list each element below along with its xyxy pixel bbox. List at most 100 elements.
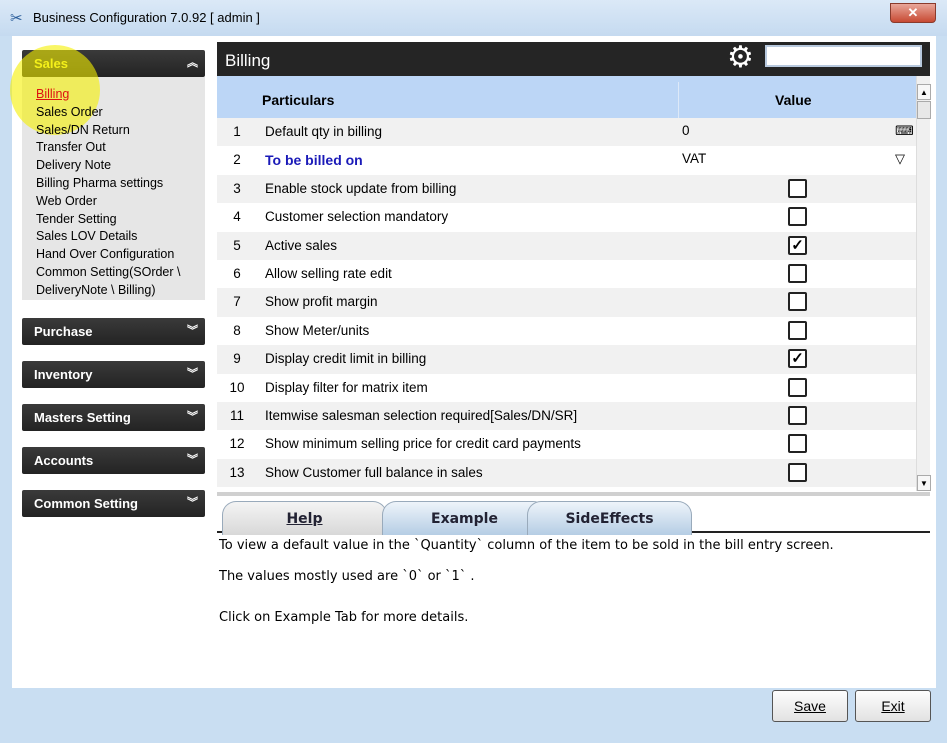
row-label: Show minimum selling price for credit ca… bbox=[265, 436, 581, 452]
sidebar-item[interactable]: Sales Order bbox=[36, 104, 205, 122]
table-row[interactable]: 12 Show minimum selling price for credit … bbox=[217, 430, 916, 458]
section-purchase[interactable]: Purchase ︾ bbox=[22, 318, 205, 345]
checkbox[interactable] bbox=[788, 292, 807, 312]
exit-button[interactable]: Exit bbox=[855, 690, 931, 722]
tab-example[interactable]: Example bbox=[382, 501, 547, 535]
help-text: To view a default value in the `Quantity… bbox=[219, 538, 929, 641]
sidebar-item[interactable]: DeliveryNote \ Billing) bbox=[36, 282, 205, 300]
checkbox[interactable] bbox=[788, 405, 807, 425]
row-label: Show Customer full balance in sales bbox=[265, 464, 483, 480]
checkbox[interactable]: ✓ bbox=[788, 235, 807, 255]
row-label: Display credit limit in billing bbox=[265, 351, 427, 367]
section-common-setting[interactable]: Common Setting ︾ bbox=[22, 490, 205, 517]
checkbox[interactable] bbox=[788, 377, 807, 397]
save-button[interactable]: Save bbox=[772, 690, 848, 722]
sidebar-item[interactable]: Billing Pharma settings bbox=[36, 175, 205, 193]
window-title: Business Configuration 7.0.92 [ admin ] bbox=[33, 10, 260, 25]
checkbox[interactable] bbox=[788, 434, 807, 454]
row-number: 9 bbox=[233, 351, 241, 367]
page-title: Billing bbox=[225, 51, 271, 70]
scroll-thumb[interactable] bbox=[917, 101, 931, 119]
section-label: Masters Setting bbox=[34, 410, 131, 425]
panel-header: Billing ⚙ bbox=[217, 42, 930, 76]
table-row[interactable]: 1 Default qty in billing 0 ⌨ bbox=[217, 118, 916, 147]
table-header: Particulars Value bbox=[217, 76, 916, 118]
row-label: Active sales bbox=[265, 237, 338, 253]
row-number: 8 bbox=[233, 322, 241, 338]
tab-help[interactable]: Help bbox=[222, 501, 387, 535]
sidebar-item[interactable]: Sales LOV Details bbox=[36, 228, 205, 246]
row-number: 10 bbox=[229, 379, 245, 395]
row-label: Enable stock update from billing bbox=[265, 180, 457, 196]
scroll-up-icon[interactable]: ▲ bbox=[917, 84, 931, 100]
row-number: 1 bbox=[233, 124, 241, 139]
search-input[interactable] bbox=[765, 45, 922, 67]
chevron-down-icon[interactable]: ︾ bbox=[187, 451, 198, 467]
sidebar-item[interactable]: Transfer Out bbox=[36, 139, 205, 157]
row-value[interactable]: VAT bbox=[682, 151, 706, 166]
table-row[interactable]: 4 Customer selection mandatory bbox=[217, 203, 916, 231]
section-inventory[interactable]: Inventory ︾ bbox=[22, 361, 205, 388]
sidebar: Sales ︽ Billing Sales Order Sales/DN Return… bbox=[22, 50, 205, 300]
close-button[interactable]: ✕ bbox=[890, 3, 936, 23]
sidebar-item[interactable]: Sales/DN Return bbox=[36, 122, 205, 140]
dropdown-arrow-icon[interactable]: ▽ bbox=[895, 151, 905, 167]
table-row[interactable]: 2 To be billed on VAT ▽ bbox=[217, 146, 916, 174]
row-number: 6 bbox=[233, 265, 241, 281]
checkbox[interactable] bbox=[788, 320, 807, 340]
table-row[interactable]: 3 Enable stock update from billing bbox=[217, 174, 916, 204]
app-icon: ✂ bbox=[10, 10, 23, 27]
gear-icon[interactable]: ⚙ bbox=[727, 42, 754, 74]
help-line: Click on Example Tab for more details. bbox=[219, 610, 469, 625]
chevron-down-icon[interactable]: ︾ bbox=[187, 322, 198, 338]
row-number: 11 bbox=[229, 407, 244, 423]
sidebar-item[interactable]: Hand Over Configuration bbox=[36, 246, 205, 264]
table-row[interactable]: 13 Show Customer full balance in sales bbox=[217, 458, 916, 488]
chevron-up-icon[interactable]: ︽ bbox=[187, 54, 198, 70]
scrollbar[interactable]: ▲ ▼ bbox=[916, 76, 931, 491]
sidebar-item[interactable]: Common Setting(SOrder \ bbox=[36, 264, 205, 282]
help-line: The values mostly used are `0` or `1` . bbox=[219, 569, 475, 584]
chevron-down-icon[interactable]: ︾ bbox=[187, 365, 198, 381]
table-row[interactable]: 7 Show profit margin bbox=[217, 288, 916, 317]
chevron-down-icon[interactable]: ︾ bbox=[187, 494, 198, 510]
row-number: 3 bbox=[233, 180, 241, 196]
row-label: Allow selling rate edit bbox=[265, 265, 392, 281]
table-row[interactable]: 9 Display credit limit in billing ✓ bbox=[217, 345, 916, 374]
sidebar-item[interactable]: Delivery Note bbox=[36, 157, 205, 175]
row-label: Itemwise salesman selection required[Sal… bbox=[265, 407, 578, 423]
sidebar-item[interactable]: Tender Setting bbox=[36, 211, 205, 229]
table-row[interactable]: 8 Show Meter/units bbox=[217, 317, 916, 345]
bottom-bar: Save Exit bbox=[217, 688, 936, 730]
row-number: 4 bbox=[233, 209, 241, 225]
checkbox[interactable] bbox=[788, 462, 807, 482]
section-label: Sales bbox=[34, 56, 68, 71]
row-label: To be billed on bbox=[265, 152, 363, 169]
section-accounts[interactable]: Accounts ︾ bbox=[22, 447, 205, 474]
chevron-down-icon[interactable]: ︾ bbox=[187, 408, 198, 424]
section-label: Common Setting bbox=[34, 496, 138, 511]
section-label: Inventory bbox=[34, 367, 93, 382]
section-sales[interactable]: Sales ︽ bbox=[22, 50, 205, 77]
checkbox[interactable]: ✓ bbox=[788, 349, 807, 369]
tab-sideeffects[interactable]: SideEffects bbox=[527, 501, 692, 535]
checkbox[interactable] bbox=[788, 207, 807, 227]
section-label: Accounts bbox=[34, 453, 94, 468]
keyboard-icon[interactable]: ⌨ bbox=[895, 123, 914, 139]
row-value[interactable]: 0 bbox=[682, 123, 690, 138]
row-label: Display filter for matrix item bbox=[265, 379, 428, 395]
checkbox[interactable] bbox=[788, 178, 807, 198]
sidebar-item[interactable]: Web Order bbox=[36, 193, 205, 211]
checkbox[interactable] bbox=[788, 263, 807, 283]
table-row[interactable]: 11 Itemwise salesman selection required[S… bbox=[217, 401, 916, 431]
scroll-down-icon[interactable]: ▼ bbox=[917, 475, 931, 491]
row-number: 12 bbox=[229, 436, 245, 452]
column-particulars: Particulars bbox=[262, 92, 335, 108]
section-masters-setting[interactable]: Masters Setting ︾ bbox=[22, 404, 205, 431]
sidebar-item[interactable]: Billing bbox=[36, 86, 205, 104]
table-row[interactable]: 6 Allow selling rate edit bbox=[217, 260, 916, 288]
title-bar: ✂ Business Configuration 7.0.92 [ admin … bbox=[0, 0, 947, 36]
table-row[interactable]: 10 Display filter for matrix item bbox=[217, 374, 916, 402]
tab-label: SideEffects bbox=[565, 511, 654, 527]
table-row[interactable]: 5 Active sales ✓ bbox=[217, 231, 916, 260]
